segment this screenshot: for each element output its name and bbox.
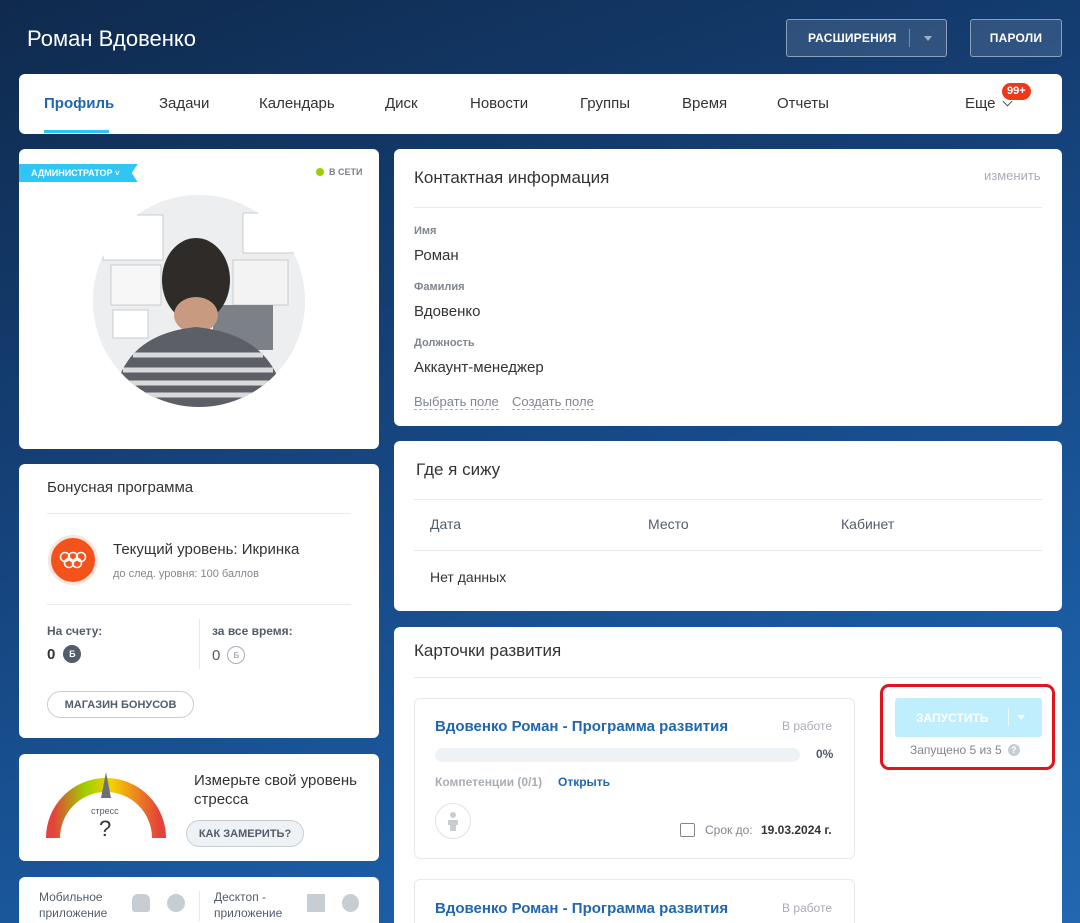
calendar-icon — [680, 823, 695, 837]
column-header-place: Место — [648, 516, 689, 532]
program-status: В работе — [782, 901, 833, 915]
total-label: за все время: — [212, 624, 293, 638]
tab-profile[interactable]: Профиль — [44, 95, 114, 112]
choose-field-link[interactable]: Выбрать поле — [414, 394, 499, 410]
column-header-date: Дата — [430, 516, 462, 532]
divider — [414, 207, 1042, 208]
divider — [414, 499, 1042, 500]
deadline-label: Срок до: — [705, 823, 753, 837]
tab-calendar[interactable]: Календарь — [259, 95, 335, 112]
highlight-frame — [880, 684, 1055, 770]
tab-reports[interactable]: Отчеты — [777, 95, 829, 112]
profile-photo-card: АДМИНИСТРАТОР ˅ В СЕТИ — [19, 149, 379, 449]
development-cards-card: Карточки развития Вдовенко Роман - Прогр… — [394, 627, 1062, 923]
tab-time[interactable]: Время — [682, 95, 727, 112]
total-value: 0 — [212, 646, 221, 664]
divider — [47, 604, 351, 605]
program-status: В работе — [782, 719, 833, 733]
development-program-card[interactable]: Вдовенко Роман - Программа развития В ра… — [414, 879, 855, 923]
current-level: Текущий уровень: Икринка — [113, 541, 300, 558]
gauge-label: стресс — [91, 806, 119, 816]
field-label: Имя — [414, 225, 437, 237]
competencies-label: Компетенции (0/1) — [435, 775, 543, 789]
role-badge[interactable]: АДМИНИСТРАТОР ˅ — [19, 164, 138, 182]
balance-label: На счету: — [47, 624, 103, 638]
bonus-title: Бонусная программа — [47, 479, 194, 496]
contact-info-card: Контактная информация изменить Имя Роман… — [394, 149, 1062, 426]
level-medal-icon — [48, 535, 98, 585]
total: 0 Б — [212, 646, 246, 664]
create-field-link[interactable]: Создать поле — [512, 394, 594, 410]
desktop-app-label: Десктоп - приложение — [214, 890, 283, 920]
windows-icon[interactable] — [307, 894, 325, 912]
stress-card: стресс ? Измерьте свой уровень стресса К… — [19, 754, 379, 861]
progress-bar — [435, 748, 800, 762]
divider — [47, 513, 351, 514]
app-store-icon[interactable] — [167, 894, 185, 912]
divider — [199, 619, 200, 669]
status-dot-icon — [316, 168, 324, 176]
online-status: В СЕТИ — [316, 167, 362, 177]
tab-more[interactable]: Еще — [965, 95, 996, 112]
chevron-down-icon: ˅ — [115, 169, 120, 178]
stress-text: Измерьте свой уровень стресса — [194, 772, 357, 808]
where-i-sit-card: Где я сижу Дата Место Кабинет Нет данных — [394, 441, 1062, 611]
tab-news[interactable]: Новости — [470, 95, 528, 112]
open-link[interactable]: Открыть — [558, 775, 610, 789]
android-icon[interactable] — [132, 894, 150, 912]
field-label: Фамилия — [414, 281, 465, 293]
avatar[interactable] — [93, 195, 305, 407]
first-name-value: Роман — [414, 247, 459, 264]
avatar-photo — [93, 195, 305, 407]
extensions-button[interactable]: РАСШИРЕНИЯ — [786, 19, 947, 57]
divider — [414, 550, 1042, 551]
top-navigation: Профиль Задачи Календарь Диск Новости Гр… — [19, 74, 1062, 134]
apps-card: Мобильное приложение Десктоп - приложени… — [19, 877, 379, 923]
button-separator — [909, 29, 910, 47]
balance: 0 Б — [47, 645, 82, 663]
empty-state-text: Нет данных — [430, 569, 507, 585]
column-header-office: Кабинет — [841, 516, 895, 532]
more-counter-badge: 99+ — [1002, 83, 1031, 100]
next-level-info: до след. уровня: 100 баллов — [113, 568, 260, 580]
contact-title: Контактная информация — [414, 168, 610, 187]
seat-title: Где я сижу — [416, 460, 501, 479]
mobile-app-label: Мобильное приложение — [39, 890, 108, 920]
passwords-button[interactable]: ПАРОЛИ — [970, 19, 1062, 57]
apple-icon[interactable] — [342, 894, 359, 912]
tab-groups[interactable]: Группы — [580, 95, 630, 112]
program-name-link[interactable]: Вдовенко Роман - Программа развития — [435, 900, 728, 917]
measure-stress-button[interactable]: КАК ЗАМЕРИТЬ? — [186, 820, 304, 847]
progress-percent: 0% — [816, 747, 834, 761]
gauge-value: ? — [99, 816, 112, 841]
bonus-shop-button[interactable]: МАГАЗИН БОНУСОВ — [47, 691, 194, 718]
tab-disk[interactable]: Диск — [385, 95, 418, 112]
program-name-link[interactable]: Вдовенко Роман - Программа развития — [435, 718, 728, 735]
divider — [199, 891, 200, 921]
bonus-coin-icon: Б — [63, 645, 82, 663]
field-label: Должность — [414, 337, 475, 349]
balance-value: 0 — [47, 645, 56, 663]
tab-tasks[interactable]: Задачи — [159, 95, 209, 112]
extensions-label: РАСШИРЕНИЯ — [808, 31, 897, 45]
active-tab-indicator — [44, 130, 109, 133]
bonus-program-card: Бонусная программа Текущий уровень: Икри… — [19, 464, 379, 738]
development-program-card[interactable]: Вдовенко Роман - Программа развития В ра… — [414, 698, 855, 859]
position-value: Аккаунт-менеджер — [414, 359, 544, 376]
divider — [414, 677, 1042, 678]
deadline-date: 19.03.2024 г. — [761, 823, 832, 837]
edit-link[interactable]: изменить — [984, 168, 1041, 183]
chevron-down-icon[interactable] — [924, 36, 932, 41]
bonus-coin-icon: Б — [227, 646, 246, 664]
last-name-value: Вдовенко — [414, 303, 481, 320]
development-title: Карточки развития — [414, 641, 562, 660]
person-icon[interactable] — [435, 803, 471, 839]
page-title: Роман Вдовенко — [27, 26, 196, 51]
